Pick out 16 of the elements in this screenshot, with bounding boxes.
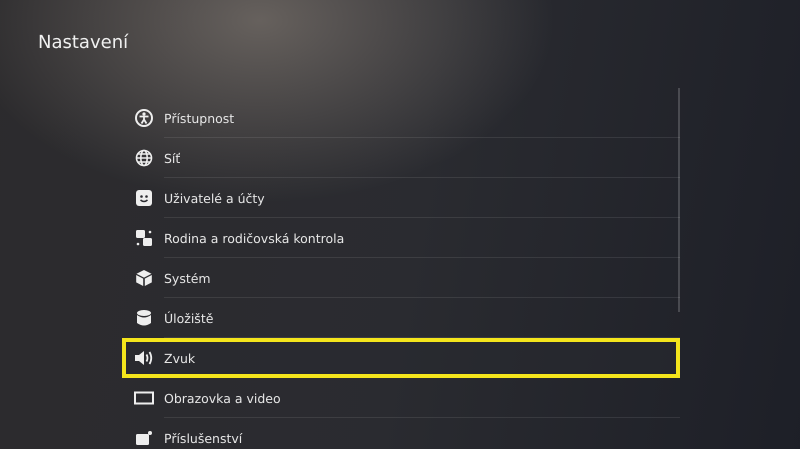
menu-item[interactable]: Uživatelé a účty [122, 178, 680, 218]
cylinder-icon [136, 309, 152, 327]
menu-item[interactable]: Úložiště [122, 298, 680, 338]
menu-item[interactable]: Přístupnost [122, 98, 680, 138]
menu-item[interactable]: Rodina a rodičovská kontrola [122, 218, 680, 258]
globe-icon [135, 149, 153, 167]
cube-icon [135, 269, 153, 287]
smiley-icon [135, 189, 153, 207]
page-title: Nastavení [37, 31, 130, 55]
menu-item[interactable]: Systém [122, 258, 680, 298]
menu-item[interactable]: Zvuk [122, 338, 680, 378]
accessibility-icon [135, 109, 153, 127]
menu-item[interactable]: Obrazovka a video [122, 378, 680, 418]
menu-item[interactable]: Síť [122, 138, 680, 178]
display-icon [134, 391, 154, 405]
speaker-icon [134, 349, 154, 367]
